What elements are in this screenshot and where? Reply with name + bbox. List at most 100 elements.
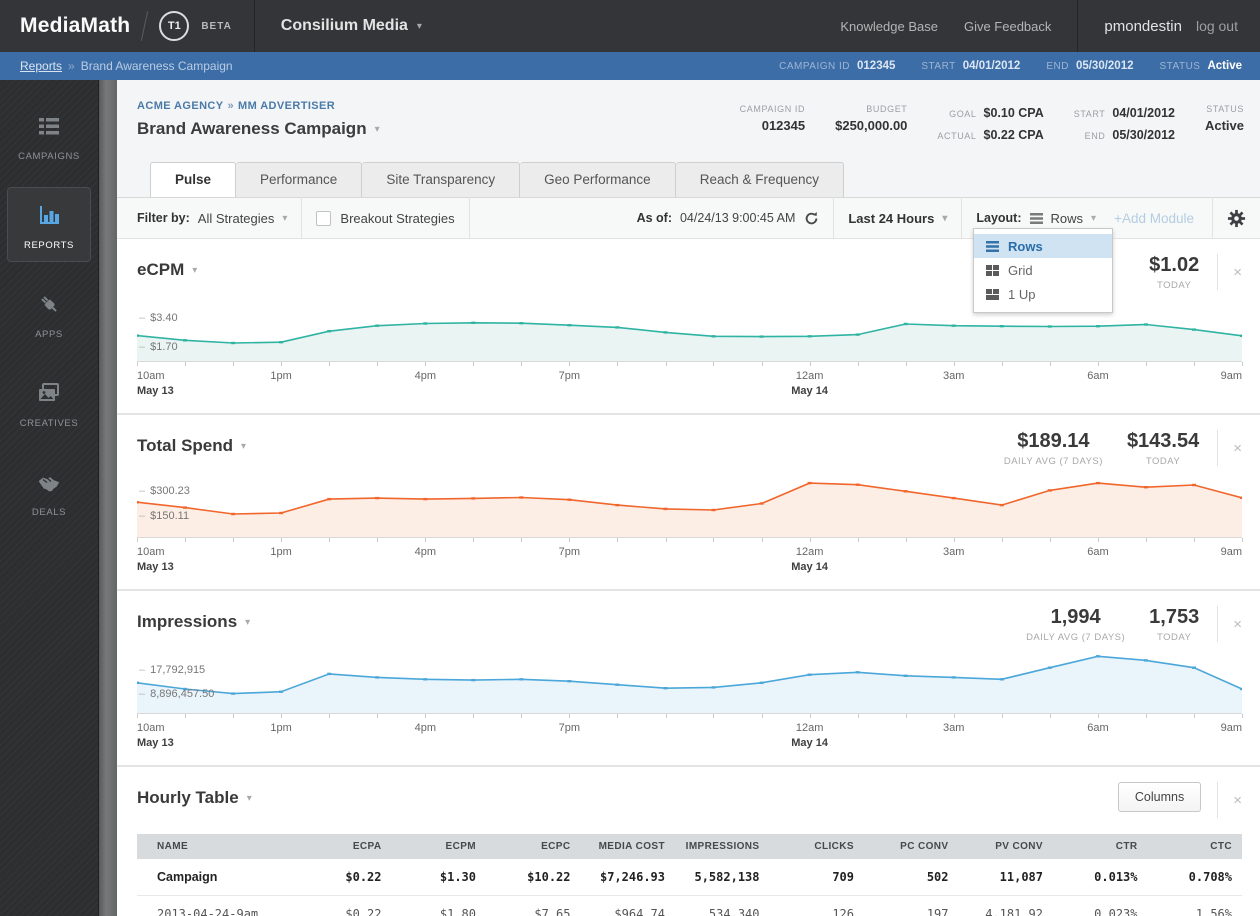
refresh-icon[interactable] (804, 211, 819, 226)
module-title: eCPM (137, 260, 185, 279)
row-value-cell: 502 (864, 859, 959, 896)
axis-tick (185, 362, 187, 366)
axis-tick-label: 12am (795, 546, 824, 558)
row-value-cell: 1.56% (1147, 895, 1242, 916)
axis-tick (809, 714, 811, 718)
tab-pulse[interactable]: Pulse (150, 162, 237, 197)
summary-today: $1.02 TODAY (1149, 254, 1199, 291)
layout-option-1-up[interactable]: 1 Up (974, 282, 1112, 306)
axis-tick (1097, 538, 1099, 542)
axis-date-label: May 13 (137, 561, 174, 573)
column-header-ecpm[interactable]: eCPM (391, 834, 486, 859)
logout-link[interactable]: log out (1196, 18, 1238, 34)
column-header-clicks[interactable]: CLICKS (769, 834, 864, 859)
ecpm-title-dropdown[interactable]: eCPM ▾ (137, 254, 197, 280)
layout-option-grid[interactable]: Grid (974, 258, 1112, 282)
axis-tick (1097, 362, 1099, 366)
agency-breadcrumb[interactable]: ACME AGENCY» MM ADVERTISER (137, 100, 380, 112)
summary-value: 1,994 (1050, 606, 1101, 628)
row-value-cell: 534,340 (675, 895, 770, 916)
column-header-pv-conv[interactable]: PV CONV (958, 834, 1053, 859)
mediamath-logo[interactable]: MediaMath (20, 14, 130, 38)
strategy-filter-value: All Strategies (197, 210, 275, 226)
row-value-cell: $1.80 (391, 895, 486, 916)
sidebar-item-campaigns[interactable]: CAMPAIGNS (7, 98, 91, 173)
axis-date-label: May 14 (791, 385, 828, 397)
knowledge-base-link[interactable]: Knowledge Base (840, 19, 938, 34)
column-header-media-cost[interactable]: MEDIA COST (580, 834, 675, 859)
stat-label: GOAL (949, 109, 977, 119)
stat-value: $0.22 CPA (983, 128, 1044, 142)
layout-option-rows[interactable]: Rows (974, 234, 1112, 258)
table-row: Campaign $0.22 $1.30 $10.22 $7,246.93 5,582,1… (137, 859, 1242, 896)
campaign-header: ACME AGENCY» MM ADVERTISER Brand Awarenes… (117, 80, 1260, 197)
hourly-table-title-dropdown[interactable]: Hourly Table ▾ (137, 782, 252, 808)
column-header-ctc[interactable]: CTC (1147, 834, 1242, 859)
axis-tick-label: 7pm (558, 370, 581, 382)
tab-reach-frequency[interactable]: Reach & Frequency (675, 162, 845, 197)
gridline-dash: – (139, 509, 146, 522)
meta-label: CAMPAIGN ID (779, 61, 851, 72)
gridline-value: $150.11 (150, 509, 190, 522)
tab-geo-performance[interactable]: Geo Performance (520, 162, 676, 197)
close-module-icon[interactable]: × (1217, 606, 1242, 642)
column-header-ecpa[interactable]: eCPA (297, 834, 392, 859)
axis-tick (857, 714, 859, 718)
axis-tick (1049, 538, 1051, 542)
column-header-impressions[interactable]: IMPRESSIONS (675, 834, 770, 859)
close-module-icon[interactable]: × (1217, 254, 1242, 290)
close-module-icon[interactable]: × (1217, 782, 1242, 818)
summary-label: TODAY (1145, 456, 1181, 467)
axis-date-label: May 14 (791, 737, 828, 749)
module-summaries: 1,994 DAILY AVG (7 DAYS) 1,753 TODAY (1026, 606, 1199, 643)
column-header-ctr[interactable]: CTR (1053, 834, 1148, 859)
breakout-strategies-checkbox[interactable]: Breakout Strategies (316, 210, 455, 226)
layout-select[interactable]: Rows ▾ (1029, 210, 1096, 226)
sidebar-item-apps[interactable]: APPS (7, 276, 91, 351)
breadcrumb-reports-link[interactable]: Reports (20, 59, 62, 73)
row-value-cell: $7,246.93 (580, 859, 675, 896)
stat-row: GOAL $0.10 CPA (937, 104, 1044, 122)
stat-value: $250,000.00 (835, 118, 908, 133)
stat-label: BUDGET (866, 104, 908, 114)
total-spend-title-dropdown[interactable]: Total Spend ▾ (137, 430, 246, 456)
impressions-title-dropdown[interactable]: Impressions ▾ (137, 606, 250, 632)
column-header-pc-conv[interactable]: PC CONV (864, 834, 959, 859)
filter-by-label: Filter by: (137, 211, 190, 225)
gridline-value: $1.70 (150, 340, 178, 353)
close-module-icon[interactable]: × (1217, 430, 1242, 466)
columns-button[interactable]: Columns (1117, 782, 1202, 812)
tab-bar: Pulse Performance Site Transparency Geo Per… (150, 162, 1244, 197)
toolbar-divider (961, 197, 963, 239)
tab-site-transparency[interactable]: Site Transparency (362, 162, 521, 197)
axis-tick (1145, 714, 1147, 718)
agency-name[interactable]: ACME AGENCY (137, 100, 224, 112)
axis-tick (1049, 714, 1051, 718)
axis-tick (1242, 362, 1243, 366)
meta-label: STATUS (1159, 61, 1201, 72)
checkbox-box[interactable] (316, 210, 332, 226)
as-of-timestamp: 04/24/13 9:00:45 AM (679, 211, 796, 225)
column-header-name[interactable]: NAME (137, 834, 297, 859)
meta-label: END (1046, 61, 1069, 72)
axis-tick (377, 362, 379, 366)
axis-tick-label: 7pm (558, 722, 581, 734)
sidebar-item-deals[interactable]: DEALS (7, 454, 91, 529)
org-selector[interactable]: Consilium Media ▾ (255, 0, 448, 52)
campaign-name-dropdown[interactable]: Brand Awareness Campaign ▾ (137, 119, 380, 139)
give-feedback-link[interactable]: Give Feedback (964, 19, 1051, 34)
sidebar-item-reports[interactable]: REPORTS (7, 187, 91, 262)
add-module-button[interactable]: +Add Module (1114, 211, 1194, 226)
advertiser-name[interactable]: MM ADVERTISER (238, 100, 335, 112)
tab-performance[interactable]: Performance (236, 162, 363, 197)
strategy-filter-select[interactable]: All Strategies ▾ (198, 211, 288, 226)
axis-tick (1193, 714, 1195, 718)
time-range-select[interactable]: Last 24 Hours ▾ (848, 211, 947, 226)
gear-icon[interactable] (1227, 209, 1246, 228)
layout-value: Rows (1050, 210, 1084, 226)
username[interactable]: pmondestin (1104, 18, 1182, 35)
content-scrollbar[interactable] (98, 80, 117, 916)
axis-tick (1242, 538, 1243, 542)
sidebar-item-creatives[interactable]: CREATIVES (7, 365, 91, 440)
column-header-ecpc[interactable]: eCPC (486, 834, 581, 859)
